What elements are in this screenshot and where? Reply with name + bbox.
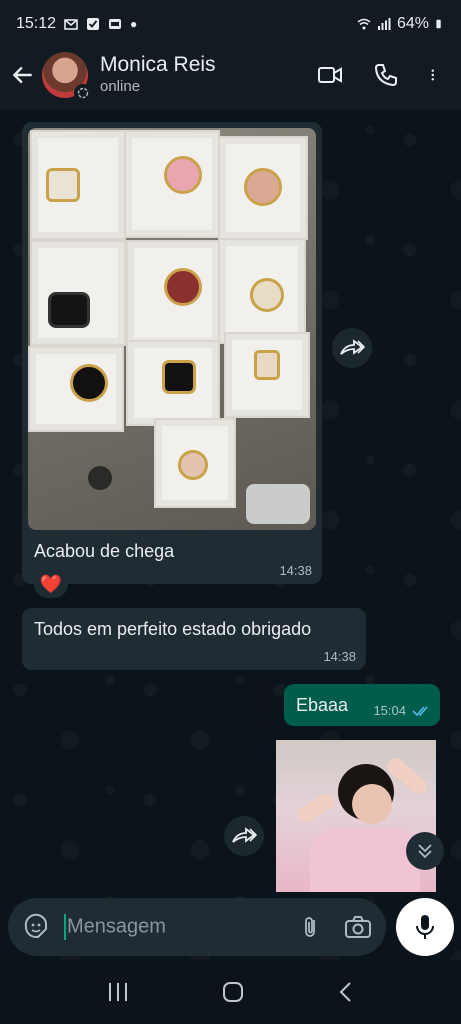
message-time: 14:38 bbox=[323, 649, 356, 664]
watches-photo[interactable] bbox=[28, 128, 316, 530]
signal-icon bbox=[377, 18, 391, 30]
system-nav-bar bbox=[0, 960, 461, 1024]
status-ring-icon bbox=[74, 84, 92, 102]
recents-icon[interactable] bbox=[106, 981, 130, 1003]
home-icon[interactable] bbox=[221, 980, 245, 1004]
chat-area[interactable]: Acabou de chega 14:38 ❤️ Todos em perfei… bbox=[0, 110, 461, 960]
scroll-to-bottom-button[interactable] bbox=[406, 832, 444, 870]
sticker-icon[interactable] bbox=[22, 913, 50, 941]
image-message-bubble[interactable]: Acabou de chega 14:38 bbox=[22, 122, 322, 584]
message-input-placeholder: Mensagem bbox=[67, 915, 166, 938]
heart-reaction[interactable]: ❤️ bbox=[34, 570, 68, 598]
read-ticks-icon bbox=[412, 706, 428, 717]
battery-icon bbox=[436, 19, 441, 29]
message-text: Ebaaa bbox=[296, 695, 349, 715]
text-message-bubble[interactable]: Todos em perfeito estado obrigado 14:38 bbox=[22, 608, 366, 670]
wifi-icon bbox=[357, 18, 371, 30]
phone-icon[interactable] bbox=[373, 62, 399, 88]
contact-name: Monica Reis bbox=[100, 53, 216, 76]
camera-icon[interactable] bbox=[344, 914, 372, 940]
status-time: 15:12 bbox=[16, 15, 57, 32]
child-photo[interactable] bbox=[276, 740, 436, 892]
avatar[interactable] bbox=[42, 52, 92, 102]
forward-icon bbox=[232, 827, 257, 843]
back-arrow-icon[interactable] bbox=[10, 62, 36, 88]
outgoing-message-bubble[interactable]: Ebaaa 15:04 bbox=[284, 684, 440, 726]
back-nav-icon[interactable] bbox=[336, 980, 356, 1004]
contact-info[interactable]: Monica Reis online bbox=[100, 53, 216, 97]
image-caption: Acabou de chega bbox=[34, 541, 175, 561]
video-call-icon[interactable] bbox=[317, 62, 343, 88]
gmail-icon bbox=[64, 19, 78, 30]
message-text: Todos em perfeito estado obrigado bbox=[34, 619, 312, 639]
more-notifications-dot: ● bbox=[130, 17, 138, 31]
notification-icon bbox=[109, 19, 122, 29]
mic-button[interactable] bbox=[396, 898, 454, 956]
attach-icon[interactable] bbox=[298, 914, 324, 940]
chat-header: Monica Reis online bbox=[0, 40, 461, 110]
contact-status: online bbox=[100, 78, 141, 95]
message-input[interactable]: Mensagem bbox=[64, 914, 298, 940]
message-time: 14:38 bbox=[279, 563, 312, 578]
message-composer: Mensagem bbox=[8, 898, 386, 956]
message-time: 15:04 bbox=[373, 703, 406, 718]
battery-percent: 64% bbox=[396, 15, 429, 32]
more-vert-icon[interactable] bbox=[429, 62, 443, 88]
mic-icon bbox=[416, 915, 434, 939]
forward-button[interactable] bbox=[224, 816, 264, 856]
forward-icon bbox=[340, 339, 365, 355]
check-box-icon bbox=[87, 18, 100, 30]
chevron-down-icon bbox=[418, 844, 432, 859]
forward-button[interactable] bbox=[332, 328, 372, 368]
